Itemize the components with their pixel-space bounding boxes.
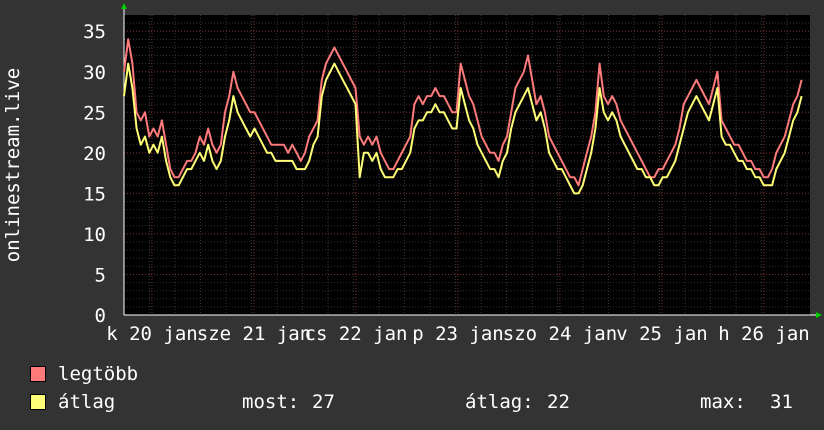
plot-area bbox=[124, 15, 810, 315]
x-tick-label: h 26 jan bbox=[718, 323, 810, 345]
y-tick-label: 35 bbox=[83, 21, 106, 43]
y-tick-label: 5 bbox=[95, 264, 106, 286]
stat-avg-label: átlag: bbox=[465, 391, 534, 413]
stat-max-value: 31 bbox=[770, 391, 793, 413]
y-tick-label: 25 bbox=[83, 102, 106, 124]
legend-swatch-max bbox=[30, 366, 46, 382]
chart-panel: 0 5 10 15 20 25 30 35 k 20 jan sze 21 jan cs 22 ja… bbox=[0, 0, 824, 430]
legend-label-avg: átlag bbox=[58, 391, 116, 413]
y-tick-label: 30 bbox=[83, 62, 106, 84]
stat-now-label: most: bbox=[242, 391, 300, 413]
y-tick-label: 0 bbox=[95, 305, 106, 327]
x-tick-label: v 25 jan bbox=[616, 323, 708, 345]
x-tick-label: cs 22 jan bbox=[305, 323, 408, 345]
x-tick-label: k 20 jan bbox=[106, 323, 198, 345]
y-tick-label: 10 bbox=[83, 224, 106, 246]
y-axis-arrow bbox=[121, 3, 127, 9]
legend-item-avg: átlag most: 27 átlag: 22 max: 31 bbox=[30, 391, 810, 413]
x-tick-label: sze 21 jan bbox=[197, 323, 311, 345]
x-axis-arrow bbox=[816, 312, 822, 318]
x-tick-label: szo 24 jan bbox=[503, 323, 617, 345]
stat-avg-value: 22 bbox=[547, 391, 570, 413]
legend-swatch-avg bbox=[30, 394, 46, 410]
y-tick-label: 15 bbox=[83, 183, 106, 205]
stat-max-label: max: bbox=[700, 391, 746, 413]
y-axis-label: onlinestream.live bbox=[2, 68, 24, 262]
x-tick-label: p 23 jan bbox=[412, 323, 504, 345]
stat-now-value: 27 bbox=[312, 391, 335, 413]
y-tick-label: 20 bbox=[83, 143, 106, 165]
legend-label-max: legtöbb bbox=[58, 363, 139, 385]
